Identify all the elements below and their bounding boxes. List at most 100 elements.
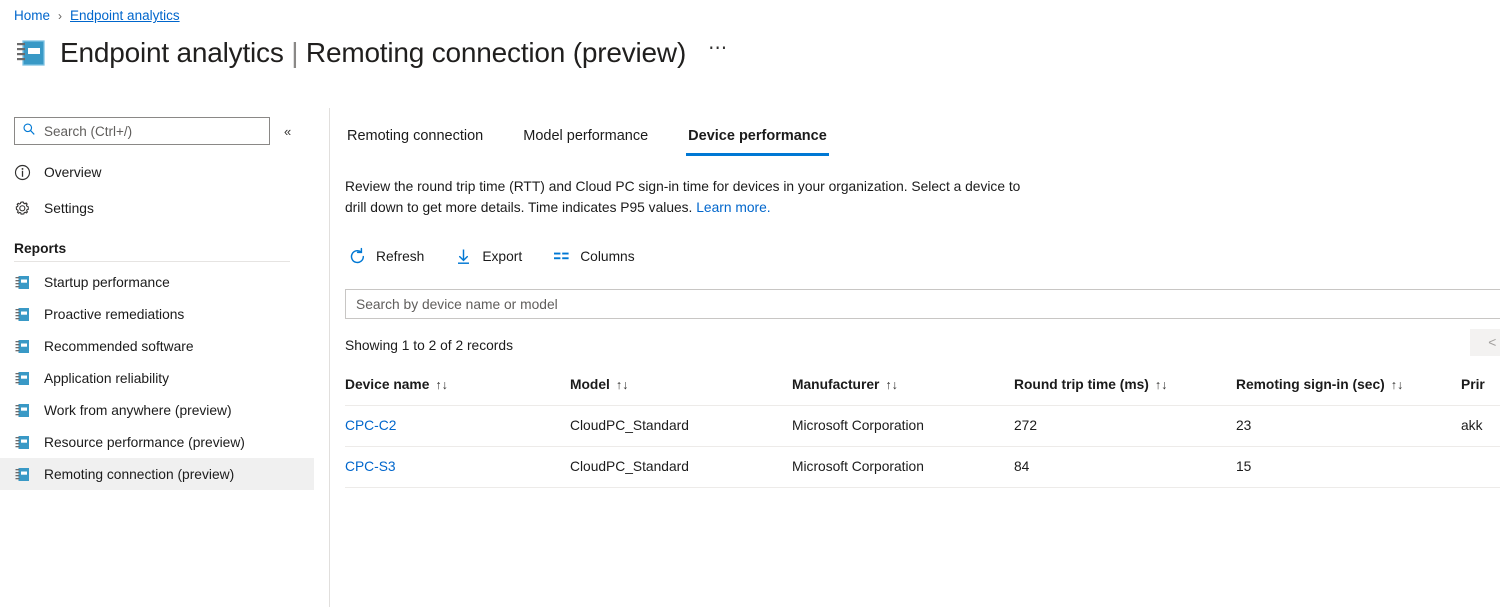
description-body: Review the round trip time (RTT) and Clo… <box>345 179 1021 215</box>
cell-model: CloudPC_Standard <box>570 405 792 447</box>
cell-round-trip-time: 84 <box>1014 446 1236 488</box>
sidebar-item-label: Overview <box>44 165 102 180</box>
page-title-main: Endpoint analytics <box>60 37 284 68</box>
table-row[interactable]: CPC-C2 CloudPC_Standard Microsoft Corpor… <box>345 405 1500 447</box>
grid-search-input[interactable] <box>354 295 1500 313</box>
column-header-round-trip-time[interactable]: Round trip time (ms) ↑↓ <box>1014 377 1236 406</box>
sidebar-item-label: Recommended software <box>44 338 194 354</box>
sort-icon[interactable]: ↑↓ <box>1391 378 1404 392</box>
sidebar-item-label: Proactive remediations <box>44 306 185 322</box>
page-title-separator: | <box>291 37 299 68</box>
sidebar-search-row: « <box>0 108 329 145</box>
column-header-primary-user[interactable]: Prir <box>1461 377 1500 406</box>
table-row[interactable]: CPC-S3 CloudPC_Standard Microsoft Corpor… <box>345 446 1500 488</box>
pagination: < Previous Page <box>1470 328 1500 356</box>
column-header-manufacturer[interactable]: Manufacturer ↑↓ <box>792 377 1014 406</box>
device-performance-table: Device name ↑↓ Model ↑↓ Manufacturer ↑↓ Rou… <box>345 377 1500 488</box>
columns-icon <box>552 247 571 266</box>
cell-device-name: CPC-S3 <box>345 446 570 488</box>
cell-round-trip-time: 272 <box>1014 405 1236 447</box>
report-icon <box>14 402 31 419</box>
cell-primary-user <box>1461 446 1500 488</box>
sidebar-item-label: Remoting connection (preview) <box>44 466 235 482</box>
tab-model-performance[interactable]: Model performance <box>521 128 650 156</box>
sidebar-item-overview[interactable]: Overview <box>0 157 314 188</box>
sidebar: « Overview Settings Reports <box>0 108 330 607</box>
records-row: Showing 1 to 2 of 2 records < Previous P… <box>345 328 1500 359</box>
sort-icon[interactable]: ↑↓ <box>435 378 448 392</box>
report-icon <box>14 274 31 291</box>
cell-remoting-signin: 23 <box>1236 405 1461 447</box>
export-label: Export <box>482 249 523 264</box>
sidebar-item-startup-performance[interactable]: Startup performance <box>0 266 314 298</box>
column-label: Manufacturer <box>792 377 880 392</box>
cell-manufacturer: Microsoft Corporation <box>792 405 1014 447</box>
page-title-sub: Remoting connection (preview) <box>305 37 687 68</box>
search-input[interactable] <box>42 122 263 140</box>
sort-icon[interactable]: ↑↓ <box>885 378 898 392</box>
device-link[interactable]: CPC-S3 <box>345 459 396 474</box>
tab-remoting-connection[interactable]: Remoting connection <box>345 128 485 156</box>
sidebar-item-application-reliability[interactable]: Application reliability <box>0 362 314 394</box>
sidebar-section-reports: Reports <box>14 241 67 256</box>
records-count-text: Showing 1 to 2 of 2 records <box>345 337 513 353</box>
grid-search-box[interactable] <box>345 289 1500 319</box>
refresh-icon <box>348 247 367 266</box>
breadcrumb: Home › Endpoint analytics <box>14 8 180 23</box>
column-label: Device name <box>345 377 430 392</box>
sidebar-item-resource-performance[interactable]: Resource performance (preview) <box>0 426 314 458</box>
export-button[interactable]: Export <box>454 247 522 266</box>
sort-icon[interactable]: ↑↓ <box>616 378 629 392</box>
tab-device-performance[interactable]: Device performance <box>686 128 829 156</box>
more-options-icon[interactable]: ⋯ <box>708 39 728 58</box>
sidebar-item-remoting-connection[interactable]: Remoting connection (preview) <box>0 458 314 490</box>
page-header: Endpoint analytics | Remoting connection… <box>14 36 728 70</box>
search-icon <box>22 122 36 141</box>
cell-device-name: CPC-C2 <box>345 405 570 447</box>
description-text: Review the round trip time (RTT) and Clo… <box>331 156 1051 218</box>
previous-page-button[interactable]: < Previous <box>1470 328 1500 356</box>
sidebar-search-box[interactable] <box>14 117 270 145</box>
column-header-device-name[interactable]: Device name ↑↓ <box>345 377 570 406</box>
report-icon <box>14 338 31 355</box>
tab-bar: Remoting connection Model performance De… <box>331 108 1500 156</box>
gear-icon <box>14 200 31 217</box>
breadcrumb-endpoint-analytics[interactable]: Endpoint analytics <box>70 8 180 23</box>
cell-manufacturer: Microsoft Corporation <box>792 446 1014 488</box>
sidebar-item-proactive-remediations[interactable]: Proactive remediations <box>0 298 314 330</box>
learn-more-link[interactable]: Learn more. <box>696 200 770 215</box>
column-header-remoting-signin[interactable]: Remoting sign-in (sec) ↑↓ <box>1236 377 1461 406</box>
refresh-label: Refresh <box>376 249 425 264</box>
sidebar-item-work-from-anywhere[interactable]: Work from anywhere (preview) <box>0 394 314 426</box>
info-circle-icon <box>14 164 31 181</box>
sidebar-item-recommended-software[interactable]: Recommended software <box>0 330 314 362</box>
page-title: Endpoint analytics | Remoting connection… <box>60 37 686 69</box>
report-icon <box>14 466 31 483</box>
column-label: Remoting sign-in (sec) <box>1236 377 1385 392</box>
cell-model: CloudPC_Standard <box>570 446 792 488</box>
report-icon <box>14 434 31 451</box>
column-label: Model <box>570 377 610 392</box>
cell-remoting-signin: 15 <box>1236 446 1461 488</box>
report-icon <box>14 306 31 323</box>
cell-primary-user: akk <box>1461 405 1500 447</box>
breadcrumb-separator-icon: › <box>58 8 63 23</box>
sort-icon[interactable]: ↑↓ <box>1155 378 1168 392</box>
sidebar-item-label: Settings <box>44 201 94 216</box>
device-link[interactable]: CPC-C2 <box>345 418 396 433</box>
refresh-button[interactable]: Refresh <box>348 247 424 266</box>
sidebar-item-label: Resource performance (preview) <box>44 434 245 450</box>
chevron-double-left-icon[interactable]: « <box>284 124 291 139</box>
column-label: Round trip time (ms) <box>1014 377 1149 392</box>
table-header-row: Device name ↑↓ Model ↑↓ Manufacturer ↑↓ Rou… <box>345 377 1500 406</box>
columns-button[interactable]: Columns <box>552 247 635 266</box>
report-icon <box>14 370 31 387</box>
column-header-model[interactable]: Model ↑↓ <box>570 377 792 406</box>
breadcrumb-home[interactable]: Home <box>14 8 50 23</box>
sidebar-item-label: Startup performance <box>44 274 170 290</box>
download-arrow-icon <box>454 247 473 266</box>
columns-label: Columns <box>580 249 635 264</box>
sidebar-item-settings[interactable]: Settings <box>0 193 314 224</box>
sidebar-item-label: Work from anywhere (preview) <box>44 402 232 418</box>
column-label: Prir <box>1461 377 1485 392</box>
